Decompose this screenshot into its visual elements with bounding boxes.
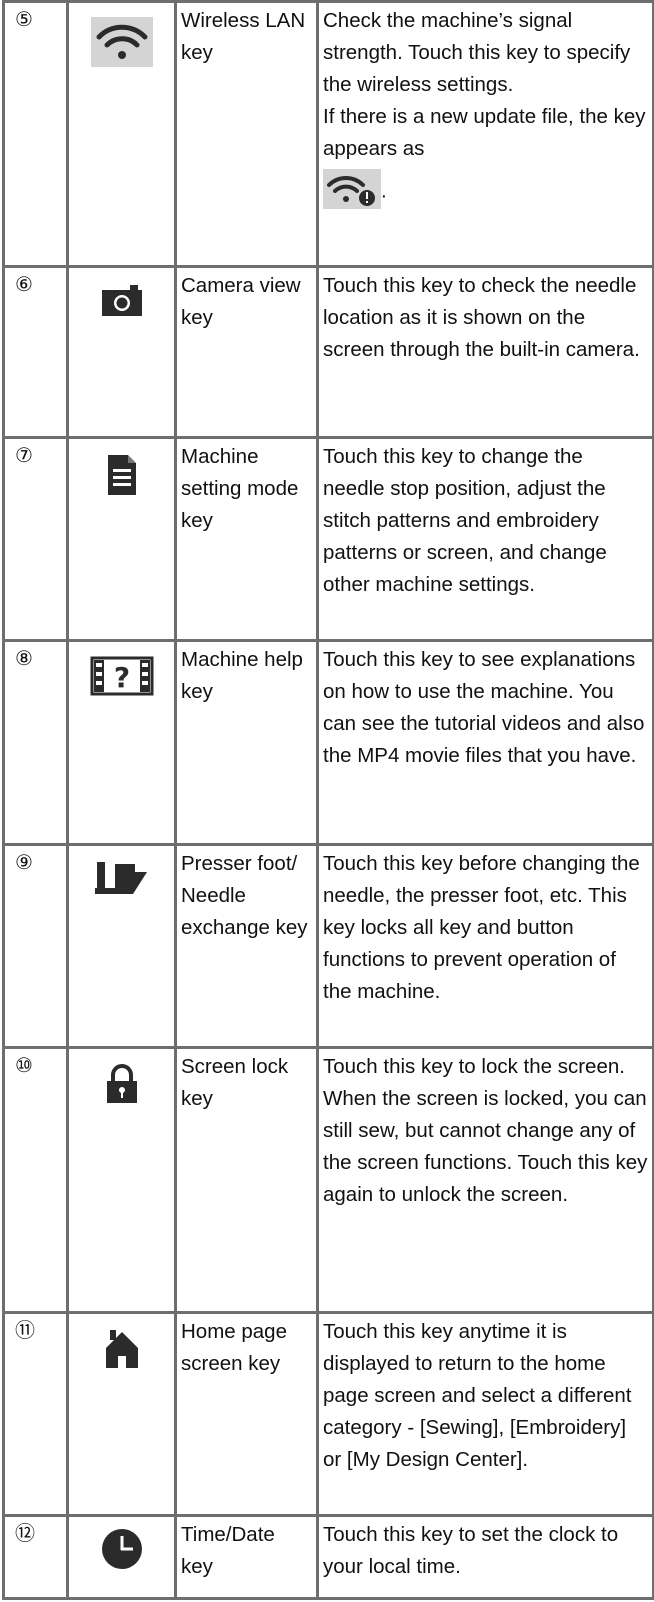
key-reference-table: ⑤ Wireless LAN key Check the machine’s s… [2, 0, 654, 1600]
key-name-cell: Machine help key [174, 639, 319, 846]
table-row: ⑤ Wireless LAN key Check the machine’s s… [2, 0, 654, 268]
row-number-cell: ⑦ [2, 436, 69, 642]
description-cell: Check the machine’s signal strength. Tou… [316, 0, 654, 268]
table-row: ⑪ Home page screen key Touch this key an… [2, 1311, 654, 1517]
table-row: ⑩ Screen lock key Touch this key to lock… [2, 1046, 654, 1314]
key-name: Home page screen key [181, 1320, 287, 1375]
description-extra-text: If there is a new update file, the key a… [323, 105, 646, 160]
row-number: ⑤ [15, 7, 33, 31]
film-help-icon: ? [90, 656, 154, 701]
key-name: Camera view key [181, 274, 301, 329]
key-name: Machine help key [181, 648, 303, 703]
table-row: ⑥ Camera view key Touch this key to chec… [2, 265, 654, 439]
wifi-update-icon [323, 169, 381, 219]
row-number: ⑫ [15, 1521, 35, 1545]
key-name-cell: Time/Date key [174, 1514, 319, 1600]
row-number-cell: ⑤ [2, 0, 69, 268]
icon-cell [66, 265, 177, 439]
description-cell: Touch this key to change the needle stop… [316, 436, 654, 642]
key-name-cell: Wireless LAN key [174, 0, 319, 268]
row-number-cell: ⑨ [2, 843, 69, 1049]
icon-cell [66, 436, 177, 642]
key-name-cell: Camera view key [174, 265, 319, 439]
table-row: ⑨ Presser foot/ Needle exchange key Touc… [2, 843, 654, 1049]
key-name-cell: Home page screen key [174, 1311, 319, 1517]
key-name: Machine setting mode key [181, 445, 299, 532]
description-cell: Touch this key to lock the screen. When … [316, 1046, 654, 1314]
table-row: ⑦ Machine setting mode key Touch this ke… [2, 436, 654, 642]
row-number: ⑥ [15, 272, 33, 296]
icon-cell: ? [66, 639, 177, 846]
description-cell: Touch this key to see explanations on ho… [316, 639, 654, 846]
row-number-cell: ⑧ [2, 639, 69, 846]
svg-text:?: ? [113, 661, 129, 694]
key-description: Touch this key to set the clock to your … [323, 1523, 619, 1578]
description-cell: Touch this key to check the needle locat… [316, 265, 654, 439]
row-number-cell: ⑫ [2, 1514, 69, 1600]
key-description: Touch this key to change the needle stop… [323, 445, 607, 596]
key-description: Touch this key anytime it is displayed t… [323, 1320, 632, 1471]
key-name: Time/Date key [181, 1523, 275, 1578]
icon-cell [66, 1514, 177, 1600]
icon-cell [66, 843, 177, 1049]
row-number-cell: ⑪ [2, 1311, 69, 1517]
key-description: Touch this key to lock the screen. When … [323, 1055, 648, 1206]
icon-cell [66, 1046, 177, 1314]
key-name-cell: Presser foot/ Needle exchange key [174, 843, 319, 1049]
icon-cell [66, 1311, 177, 1517]
key-name: Presser foot/ Needle exchange key [181, 852, 308, 939]
home-icon [102, 1328, 142, 1375]
key-name: Wireless LAN key [181, 9, 306, 64]
row-number: ⑪ [15, 1318, 35, 1342]
key-name-cell: Screen lock key [174, 1046, 319, 1314]
table-row: ⑧ ? Machine help key Touch this key to s… [2, 639, 654, 846]
row-number-cell: ⑩ [2, 1046, 69, 1314]
description-extra-end: . [381, 179, 387, 203]
key-description: Touch this key before changing the needl… [323, 852, 640, 1003]
row-number: ⑨ [15, 850, 33, 874]
camera-icon [100, 282, 144, 323]
key-name-cell: Machine setting mode key [174, 436, 319, 642]
key-name: Screen lock key [181, 1055, 289, 1110]
icon-cell [66, 0, 177, 268]
table-row: ⑫ Time/Date key Touch this key to set th… [2, 1514, 654, 1600]
description-text: Check the machine’s signal strength. Tou… [323, 9, 631, 96]
row-number: ⑧ [15, 646, 33, 670]
row-number-cell: ⑥ [2, 265, 69, 439]
description-cell: Touch this key before changing the needl… [316, 843, 654, 1049]
description-cell: Touch this key to set the clock to your … [316, 1514, 654, 1600]
row-number: ⑩ [15, 1053, 33, 1077]
clock-icon [100, 1527, 144, 1576]
key-description: Check the machine’s signal strength. Tou… [319, 3, 652, 219]
padlock-icon [104, 1063, 140, 1110]
document-icon [104, 453, 140, 502]
presser-foot-icon [89, 860, 155, 907]
key-description: Touch this key to check the needle locat… [323, 274, 640, 361]
key-description: Touch this key to see explanations on ho… [323, 648, 645, 767]
row-number: ⑦ [15, 443, 33, 467]
wifi-icon [90, 17, 153, 72]
description-cell: Touch this key anytime it is displayed t… [316, 1311, 654, 1517]
